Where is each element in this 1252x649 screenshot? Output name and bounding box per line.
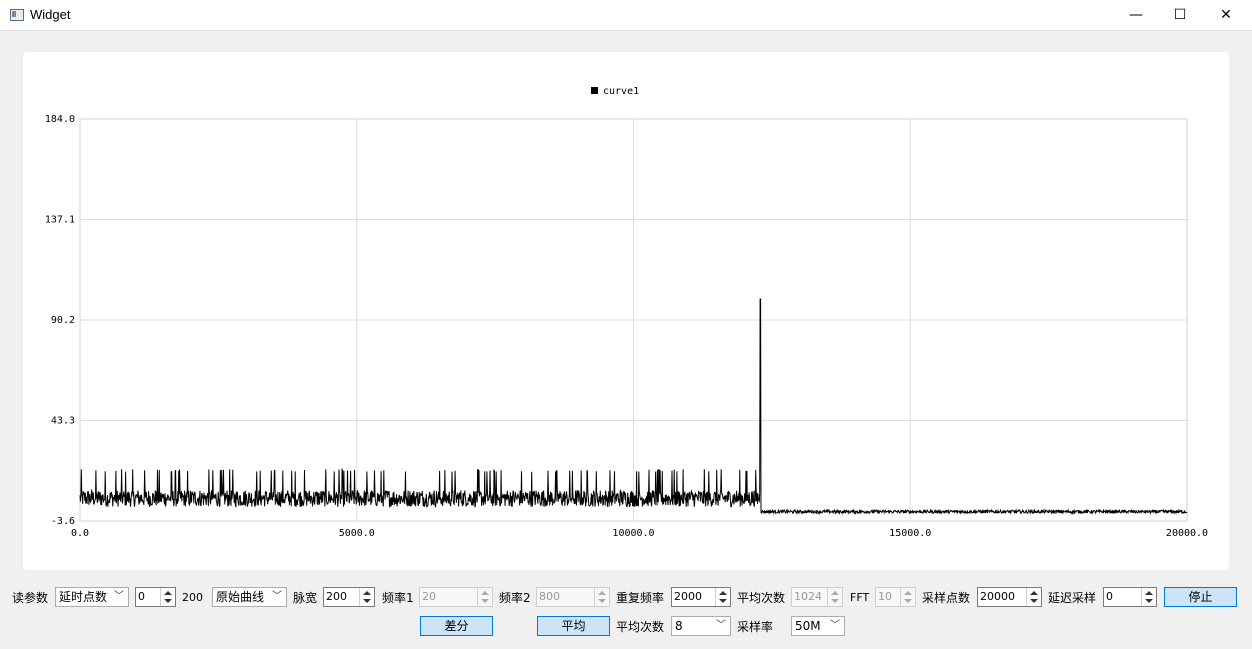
y-tick-label: 137.1 [45,215,75,226]
y-tick-label: -3.6 [51,516,75,527]
value-200-label: 200 [182,591,203,604]
chart-panel: 184.0 137.1 90.2 43.3 -3.6 0.0 5000.0 10000.0 15… [23,52,1229,570]
spin-up-icon[interactable] [164,591,172,595]
raw-curve-combo[interactable]: 原始曲线 ﹀ [212,587,287,607]
spin-down-icon[interactable] [719,599,727,603]
freq2-label: 频率2 [499,591,531,605]
chevron-down-icon: ﹀ [830,620,840,631]
legend-marker [591,87,598,94]
spin-buttons[interactable] [1026,588,1041,606]
y-tick-label: 43.3 [51,416,75,427]
spin-up-icon [598,591,606,595]
fft-spinbox: 10 [875,587,916,607]
fft-label: FFT [850,591,870,604]
app-icon [10,9,24,21]
raw-curve-combo-value: 原始曲线 [216,590,265,604]
rep-freq-label: 重复频率 [616,591,665,605]
spin-up-icon[interactable] [1145,591,1153,595]
chevron-down-icon: ﹀ [716,620,726,631]
diff-button[interactable]: 差分 [420,616,493,636]
read-params-label: 读参数 [12,591,49,605]
pulse-width-spinbox[interactable]: 200 [323,587,375,607]
freq2-value: 800 [539,590,560,603]
spin-down-icon [598,599,606,603]
y-tick-label: 184.0 [45,114,75,125]
freq2-spinbox: 800 [536,587,610,607]
delay-spinbox[interactable]: 0 [135,587,176,607]
pulse-width-label: 脉宽 [293,591,318,605]
spin-down-icon [481,599,489,603]
maximize-button[interactable]: ☐ [1157,0,1203,30]
freq1-value: 20 [422,590,436,603]
spin-down-icon [831,599,839,603]
avg-count2-combo[interactable]: 8 ﹀ [671,616,731,636]
spin-buttons [594,588,609,606]
spin-down-icon [904,599,912,603]
close-button[interactable]: ✕ [1203,0,1249,30]
chevron-down-icon: ﹀ [114,591,124,602]
spin-up-icon [831,591,839,595]
plot-area: 184.0 137.1 90.2 43.3 -3.60.0 5000.0 10000.0 15… [45,86,1208,539]
fft-value: 10 [878,590,892,603]
avg-count-label: 平均次数 [737,591,786,605]
sample-points-label: 采样点数 [922,591,971,605]
legend-label: curve1 [603,86,639,97]
chevron-down-icon: ﹀ [272,591,282,602]
freq1-label: 频率1 [382,591,414,605]
pulse-width-value: 200 [326,590,347,603]
spin-buttons [827,588,842,606]
avg-button[interactable]: 平均 [537,616,610,636]
freq1-spinbox: 20 [419,587,493,607]
sample-points-spinbox[interactable]: 20000 [977,587,1042,607]
delay-sample-label: 延迟采样 [1048,591,1097,605]
delay-points-combo-value: 延时点数 [59,590,108,604]
rep-freq-spinbox[interactable]: 2000 [671,587,731,607]
spin-up-icon [481,591,489,595]
x-tick-label: 5000.0 [339,528,375,539]
x-tick-label: 15000.0 [889,528,931,539]
spin-down-icon[interactable] [363,599,371,603]
delay-points-combo[interactable]: 延时点数 ﹀ [55,587,129,607]
spin-down-icon[interactable] [164,599,172,603]
spin-buttons[interactable] [359,588,374,606]
minimize-button[interactable]: — [1113,0,1159,30]
sample-rate-label: 采样率 [737,620,774,634]
delay-sample-value: 0 [1106,590,1113,603]
spin-up-icon[interactable] [363,591,371,595]
y-tick-label: 90.2 [51,315,75,326]
window-title: Widget [30,7,71,22]
spin-buttons [477,588,492,606]
spin-down-icon[interactable] [1145,599,1153,603]
spin-up-icon[interactable] [719,591,727,595]
delay-sample-spinbox[interactable]: 0 [1103,587,1157,607]
spin-buttons [900,588,915,606]
sample-rate-combo[interactable]: 50M ﹀ [791,616,845,636]
spin-buttons[interactable] [715,588,730,606]
stop-button[interactable]: 停止 [1164,587,1237,607]
spin-up-icon [904,591,912,595]
avg-count-spinbox: 1024 [791,587,843,607]
title-bar: Widget — ☐ ✕ [0,0,1252,31]
spin-up-icon[interactable] [1030,591,1038,595]
avg-count2-label: 平均次数 [616,620,665,634]
spin-buttons[interactable] [1141,588,1156,606]
spin-buttons[interactable] [160,588,175,606]
delay-spinbox-value: 0 [138,590,145,603]
x-tick-label: 20000.0 [1166,528,1208,539]
avg-count-value: 1024 [794,590,822,603]
sample-rate-value: 50M [795,619,821,633]
sample-points-value: 20000 [980,590,1015,603]
x-tick-label: 10000.0 [612,528,654,539]
avg-count2-value: 8 [675,619,683,633]
x-tick-label: 0.0 [71,528,89,539]
spin-down-icon[interactable] [1030,599,1038,603]
rep-freq-value: 2000 [674,590,702,603]
